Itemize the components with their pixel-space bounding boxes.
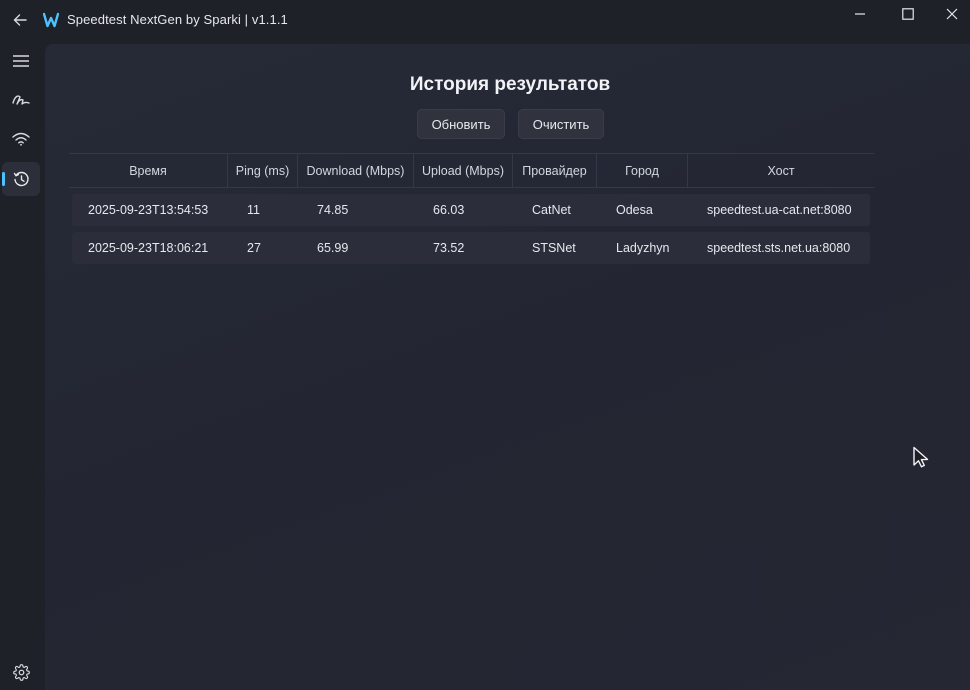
speedometer-icon <box>12 95 30 105</box>
wifi-icon <box>12 132 30 146</box>
cell-provider: STSNet <box>532 241 576 255</box>
sidebar-item-history[interactable] <box>2 162 40 196</box>
column-header-download[interactable]: Download (Mbps) <box>298 154 414 187</box>
title-bar: Speedtest NextGen by Sparki | v1.1.1 <box>0 0 970 44</box>
column-header-time[interactable]: Время <box>69 154 228 187</box>
back-button[interactable] <box>9 9 31 31</box>
app-window: Speedtest NextGen by Sparki | v1.1.1 Ист… <box>0 0 970 690</box>
column-header-city[interactable]: Город <box>597 154 688 187</box>
cell-time: 2025-09-23T18:06:21 <box>88 241 209 255</box>
cell-time: 2025-09-23T13:54:53 <box>88 203 209 217</box>
sidebar-menu-button[interactable] <box>2 44 40 78</box>
sidebar-item-speedtest[interactable] <box>2 83 40 117</box>
cell-upload: 73.52 <box>433 241 465 255</box>
cell-host: speedtest.ua-cat.net:8080 <box>707 203 852 217</box>
page-title: История результатов <box>409 74 611 95</box>
minimize-icon <box>855 13 865 15</box>
close-icon <box>946 8 958 20</box>
table-row[interactable]: 2025-09-23T13:54:53 11 74.85 66.03 CatNe… <box>72 194 870 226</box>
arrow-left-icon <box>13 14 27 26</box>
maximize-button[interactable] <box>886 0 930 28</box>
history-icon <box>13 171 29 186</box>
clear-button[interactable]: Очистить <box>518 109 604 139</box>
window-title: Speedtest NextGen by Sparki | v1.1.1 <box>67 12 288 27</box>
cell-provider: CatNet <box>532 203 571 217</box>
maximize-icon <box>902 8 914 20</box>
mouse-cursor-icon <box>913 446 929 468</box>
minimize-button[interactable] <box>838 0 882 28</box>
column-header-ping[interactable]: Ping (ms) <box>228 154 298 187</box>
history-page: История результатов Обновить Очистить Вр… <box>45 44 970 690</box>
gear-icon <box>12 663 30 681</box>
column-header-host[interactable]: Хост <box>688 154 874 187</box>
cell-download: 65.99 <box>317 241 349 255</box>
close-button[interactable] <box>930 0 970 28</box>
hamburger-icon <box>13 55 29 67</box>
table-header: Время Ping (ms) Download (Mbps) Upload (… <box>69 153 874 188</box>
sidebar-item-settings[interactable] <box>2 655 40 689</box>
sidebar-item-wifi[interactable] <box>2 122 40 156</box>
cell-city: Ladyzhyn <box>616 241 670 255</box>
cell-ping: 27 <box>247 241 261 255</box>
refresh-button[interactable]: Обновить <box>417 109 505 139</box>
column-header-upload[interactable]: Upload (Mbps) <box>414 154 513 187</box>
cell-host: speedtest.sts.net.ua:8080 <box>707 241 851 255</box>
sidebar <box>0 44 45 690</box>
cell-upload: 66.03 <box>433 203 465 217</box>
cell-ping: 11 <box>247 203 260 217</box>
cell-city: Odesa <box>616 203 653 217</box>
column-header-provider[interactable]: Провайдер <box>513 154 597 187</box>
results-table: Время Ping (ms) Download (Mbps) Upload (… <box>69 153 874 264</box>
app-logo-icon <box>43 12 59 28</box>
table-row[interactable]: 2025-09-23T18:06:21 27 65.99 73.52 STSNe… <box>72 232 870 264</box>
cell-download: 74.85 <box>317 203 349 217</box>
